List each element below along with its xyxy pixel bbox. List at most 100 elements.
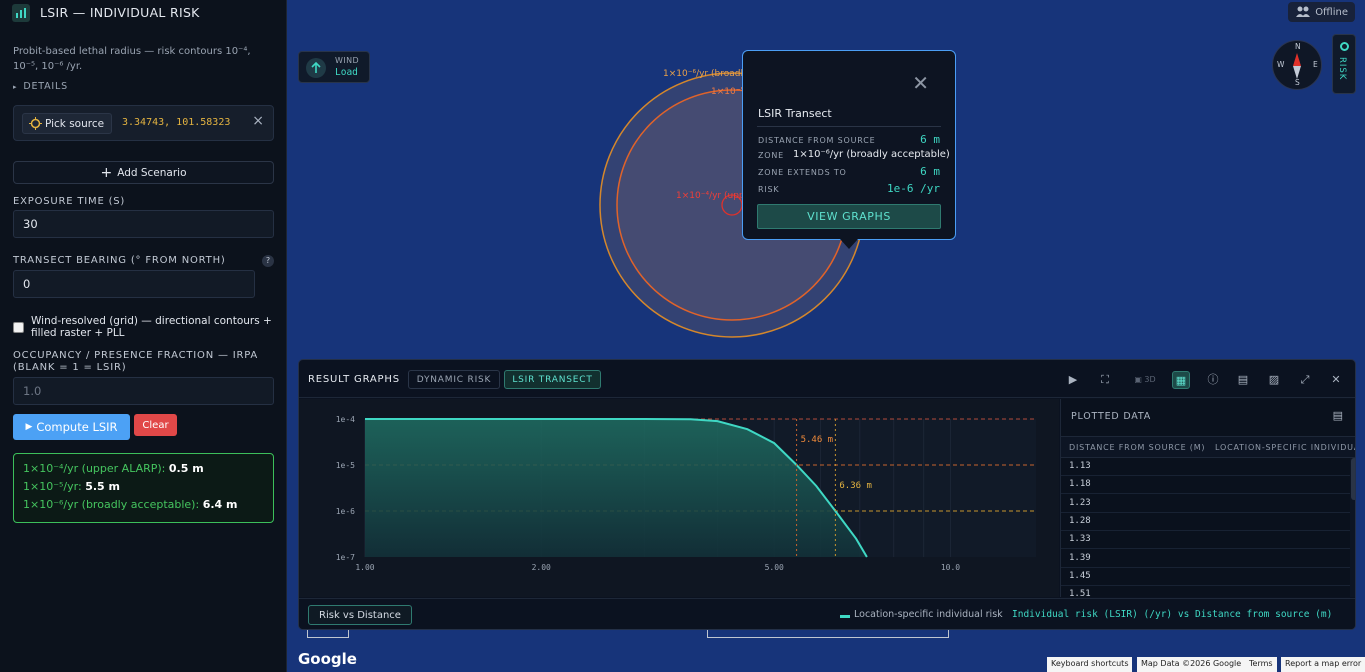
y-tick-label: 1e-4 — [336, 415, 355, 424]
plot-area[interactable]: 5.46 m 6.36 m 1e-4 1e-5 1e-6 1e-7 1.00 2.00 5.00… — [299, 399, 1059, 597]
table-scrollbar[interactable] — [1350, 458, 1355, 597]
exposure-label: EXPOSURE TIME (S) — [13, 196, 126, 207]
table-row: 1.13 — [1061, 458, 1351, 476]
y-tick-label: 1e-7 — [336, 553, 355, 562]
tab-lsir-transect[interactable]: LSIR TRANSECT — [504, 370, 601, 389]
tab-dynamic-risk[interactable]: DYNAMIC RISK — [408, 370, 500, 389]
table-row: 1.39 — [1061, 550, 1351, 568]
result-value: 0.5 m — [168, 462, 204, 475]
distance-value: 6 m — [920, 133, 940, 146]
scrollbar-thumb[interactable] — [1351, 458, 1355, 500]
play-icon[interactable]: ▶ — [1064, 371, 1082, 389]
table-row: 1.28 — [1061, 513, 1351, 531]
details-toggle[interactable]: ▸ DETAILS — [13, 81, 68, 92]
offline-badge: Offline — [1288, 2, 1355, 22]
table-header: DISTANCE FROM SOURCE (M) LOCATION-SPECIF… — [1061, 436, 1355, 458]
compass-needle-icon — [1293, 53, 1301, 79]
panel-header: LSIR — INDIVIDUAL RISK — [0, 0, 286, 26]
wind-resolved-checkbox[interactable] — [13, 322, 24, 333]
map-control-edge — [307, 630, 349, 638]
legend-swatch — [840, 615, 850, 618]
wind-widget[interactable]: WIND Load — [298, 51, 370, 83]
annotation-label: 6.36 m — [839, 481, 872, 491]
terms-link[interactable]: Terms — [1245, 657, 1277, 672]
view-graphs-button[interactable]: VIEW GRAPHS — [757, 204, 941, 229]
compute-lsir-button[interactable]: ▶ Compute LSIR — [13, 414, 130, 440]
crosshair-icon — [29, 117, 42, 130]
help-icon[interactable]: ? — [262, 255, 274, 267]
lsir-transect-popup: ✕ LSIR Transect DISTANCE FROM SOURCE 6 m… — [742, 50, 956, 240]
extends-value: 6 m — [920, 165, 940, 178]
risk-label: RISK — [758, 185, 780, 194]
result-line-alarp: 1×10⁻⁴/yr (upper ALARP): 0.5 m — [23, 462, 204, 475]
info-icon[interactable]: ⓘ — [1204, 371, 1222, 389]
plotted-data-title: PLOTTED DATA — [1071, 411, 1152, 422]
compass[interactable]: N S E W — [1272, 40, 1322, 90]
map-control-edge — [707, 630, 949, 638]
wind-value: Load — [335, 67, 358, 78]
cube-icon: ▣ — [1134, 375, 1142, 384]
x-tick-label: 1.00 — [355, 563, 374, 572]
keyboard-shortcuts-link[interactable]: Keyboard shortcuts — [1047, 657, 1133, 672]
table-icon[interactable]: ▦ — [1172, 371, 1190, 389]
result-label: 1×10⁻⁵/yr: — [23, 480, 86, 493]
triangle-right-icon: ▸ — [13, 83, 18, 91]
toggle-3d-button[interactable]: ▣ 3D — [1128, 371, 1162, 389]
occupancy-label: OCCUPANCY / PRESENCE FRACTION — IRPA (BL… — [13, 350, 259, 373]
y-tick-label: 1e-5 — [336, 461, 355, 470]
zone-value: 1×10⁻⁶/yr (broadly acceptable) — [793, 149, 950, 160]
layer-icon — [1340, 42, 1349, 51]
col-distance: DISTANCE FROM SOURCE (M) — [1069, 443, 1206, 452]
report-error-link[interactable]: Report a map error — [1281, 657, 1365, 672]
result-line-1e5: 1×10⁻⁵/yr: 5.5 m — [23, 480, 120, 493]
close-icon[interactable]: ✕ — [912, 73, 929, 93]
table-cell-distance: 1.39 — [1069, 552, 1091, 563]
popup-tail — [840, 239, 858, 249]
lsir-chart[interactable]: 5.46 m 6.36 m 1e-4 1e-5 1e-6 1e-71.00 2.00 5.00… — [299, 399, 1059, 597]
add-scenario-button[interactable]: + Add Scenario — [13, 161, 274, 184]
popup-divider — [757, 126, 941, 127]
compass-w: W — [1277, 60, 1285, 69]
chart-description: Individual risk (LSIR) (/yr) vs Distance… — [1012, 609, 1333, 620]
fullscreen-icon[interactable]: ⛶ — [1096, 371, 1114, 389]
risk-toggle-label: RISK — [1337, 57, 1347, 81]
zone-label: ZONE — [758, 151, 785, 160]
x-tick-label: 10.0 — [941, 563, 960, 572]
tab-risk-vs-distance[interactable]: Risk vs Distance — [308, 605, 412, 625]
risk-layer-toggle[interactable]: RISK — [1332, 34, 1356, 94]
expand-icon[interactable]: ⤢ — [1296, 371, 1314, 389]
wind-resolved-label: Wind-resolved (grid) — directional conto… — [31, 315, 272, 339]
table-cell-distance: 1.28 — [1069, 515, 1091, 526]
table-cell-distance: 1.18 — [1069, 479, 1091, 490]
bearing-input[interactable]: 0 — [13, 270, 255, 298]
extends-label: ZONE EXTENDS TO — [758, 168, 847, 177]
table-row: 1.33 — [1061, 531, 1351, 550]
risk-value: 1e-6 /yr — [887, 182, 940, 195]
exposure-input[interactable]: 30 — [13, 210, 274, 238]
left-panel: LSIR — INDIVIDUAL RISK Probit-based leth… — [0, 0, 287, 672]
graph-panel-footer: Risk vs Distance Location-specific indiv… — [299, 598, 1355, 629]
download-icon[interactable]: ▤ — [1333, 409, 1343, 422]
pick-source-button[interactable]: Pick source — [22, 113, 112, 134]
table-row: 1.45 — [1061, 568, 1351, 586]
source-box: Pick source 3.34743, 101.58323 × — [13, 105, 274, 141]
image-icon[interactable]: ▨ — [1265, 371, 1283, 389]
compute-label: Compute LSIR — [36, 420, 118, 434]
result-value: 5.5 m — [85, 480, 120, 493]
chart-icon — [12, 4, 30, 22]
plotted-data-panel: PLOTTED DATA ▤ DISTANCE FROM SOURCE (M) … — [1060, 399, 1355, 605]
clear-button[interactable]: Clear — [134, 414, 177, 436]
export-csv-icon[interactable]: ▤ — [1234, 371, 1252, 389]
app-title: LSIR — INDIVIDUAL RISK — [40, 5, 200, 20]
details-label: DETAILS — [23, 81, 68, 92]
people-icon — [1296, 6, 1310, 17]
source-coords: 3.34743, 101.58323 — [122, 117, 231, 128]
col-risk: LOCATION-SPECIFIC INDIVIDUAL RISK — [1215, 443, 1355, 452]
occupancy-input[interactable]: 1.0 — [13, 377, 274, 405]
x-tick-label: 2.00 — [532, 563, 551, 572]
clear-source-icon[interactable]: × — [252, 113, 264, 129]
result-label: 1×10⁻⁶/yr (broadly acceptable): — [23, 498, 203, 511]
graph-panel-header: RESULT GRAPHS DYNAMIC RISK LSIR TRANSECT… — [299, 360, 1355, 398]
close-panel-icon[interactable]: ✕ — [1327, 371, 1345, 389]
app-description: Probit-based lethal radius — risk contou… — [13, 46, 251, 72]
